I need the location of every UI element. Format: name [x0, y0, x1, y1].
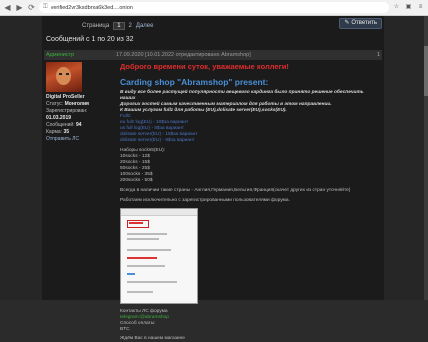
reload-icon[interactable]: ⟳	[27, 3, 36, 12]
extension-icon[interactable]: ▣	[404, 3, 413, 12]
post-footer-text: Ждём Вас в нашем магазине	[120, 336, 185, 341]
pager-page-2[interactable]: 2	[129, 23, 132, 29]
post-date: 17.09.2020 [10.01.2022 отредактировано A…	[116, 52, 251, 58]
user-karma: Карма: 35	[46, 129, 70, 135]
post-body: Доброго времени суток, уважаемые коллеги…	[120, 62, 380, 341]
embedded-screenshot	[120, 208, 198, 304]
avatar	[46, 62, 82, 92]
user-registered-date: 01.03.2019	[46, 115, 72, 121]
user-info: Digital ProSeller Статус: Монголия Зарег…	[46, 62, 116, 143]
intro-text: В виду все более растущей популярности в…	[120, 90, 364, 113]
shop-title: Carding shop "Abramshop" present:	[120, 77, 269, 87]
user-status: Статус: Монголия	[46, 101, 89, 107]
pager-next-link[interactable]: Далее	[136, 23, 154, 29]
scrollbar-thumb[interactable]	[424, 46, 428, 96]
post-header: Администр 17.09.2020 [10.01.2022 отредак…	[44, 50, 382, 60]
post-number[interactable]: 1	[377, 52, 380, 58]
lock-icon: ⚿	[43, 4, 48, 10]
reply-icon: ✎	[344, 20, 350, 26]
forum-content: Страница 1 2 Далее ✎ Ответить Сообщений …	[42, 16, 384, 341]
browser-toolbar: ◀ ▶ ⟳ ⚿ verified2vr3ksdbrxa6k3ed....onio…	[0, 0, 428, 16]
price-list: Fullz: eu fulz log(EU) - 10$за вариант u…	[120, 114, 198, 143]
post-author[interactable]: Администр	[46, 52, 116, 58]
countries-note: Всегда в наличии такие страны - Англия,Г…	[120, 188, 351, 193]
back-icon[interactable]: ◀	[3, 3, 12, 12]
star-icon[interactable]: ☆	[392, 3, 401, 12]
works-note: Работаем исключительно с зарегистрирован…	[120, 198, 290, 203]
user-posts: Сообщений: 94	[46, 122, 82, 128]
user-registered-label: Зарегистрирован:	[46, 108, 88, 114]
forum-page: Страница 1 2 Далее ✎ Ответить Сообщений …	[0, 16, 428, 341]
menu-icon[interactable]: ≡	[416, 3, 425, 12]
pagination: Страница 1 2 Далее	[42, 20, 384, 32]
message-count: Сообщений с 1 по 20 из 32	[46, 36, 134, 43]
contacts-block: Контакты ЛС форума telegram:@abramshop С…	[120, 309, 380, 333]
scrollbar[interactable]	[424, 16, 428, 300]
forward-icon[interactable]: ▶	[15, 3, 24, 12]
send-pm-link[interactable]: Отправить ЛС	[46, 136, 116, 143]
address-bar[interactable]: ⚿ verified2vr3ksdbrxa6k3ed....onion	[39, 2, 389, 13]
user-name: Digital ProSeller	[46, 94, 85, 100]
greeting: Доброго времени суток, уважаемые коллеги…	[120, 62, 289, 71]
pager-current: 1	[113, 22, 125, 30]
pager-label: Страница	[82, 23, 110, 29]
socks-list: Наборы socks5(EU): 10socks - 12$ 20socks…	[120, 148, 166, 183]
reply-button[interactable]: ✎ Ответить	[339, 18, 382, 29]
url-text: verified2vr3ksdbrxa6k3ed....onion	[50, 4, 133, 11]
reply-label: Ответить	[351, 20, 377, 26]
